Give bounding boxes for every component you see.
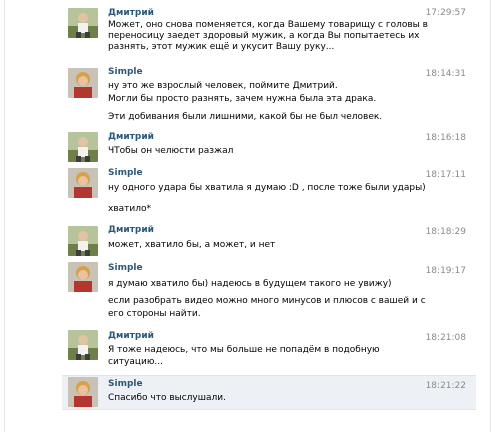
message-text: Я тоже надеюсь, что мы больше не попадём… (108, 345, 380, 355)
message-text: Может, оно снова поменяется, когда Вашем… (108, 20, 428, 30)
message-text: разнять, этот мужик ещё и укусит Вашу ру… (108, 42, 335, 52)
message-time: 18:21:08 (425, 333, 466, 343)
avatar-image (68, 262, 98, 292)
message-text: хватило* (108, 204, 151, 214)
message-text: Могли бы просто разнять, зачем нужна был… (108, 94, 377, 104)
sender-name[interactable]: Simple (108, 67, 143, 77)
sender-name[interactable]: Дмитрий (108, 225, 154, 235)
dmitry-avatar[interactable] (68, 8, 98, 38)
sender-name[interactable]: Дмитрий (108, 331, 154, 341)
sender-name[interactable]: Дмитрий (108, 8, 154, 18)
message-time: 18:16:18 (425, 133, 466, 143)
sender-name[interactable]: Simple (108, 168, 143, 178)
avatar-image (68, 168, 98, 198)
message-text: если разобрать видео можно много минусов… (108, 296, 426, 306)
message-text: я думаю хватило бы) надеюсь в будущем та… (108, 279, 392, 289)
message-text: ЧТобы он челюсти разжал (108, 146, 234, 156)
simple-avatar[interactable] (68, 377, 98, 407)
message-text: переносицу заедет здоровый мужик, а когд… (108, 31, 420, 41)
avatar-image (68, 68, 98, 98)
message-text: Спасибо что выслушали. (108, 393, 226, 403)
message-time: 18:17:11 (425, 170, 466, 180)
dialog-history: Дмитрий 17:29:57 Может, оно снова поменя… (0, 0, 500, 432)
avatar-image (68, 377, 98, 407)
message-text: ситуацию... (108, 357, 164, 367)
avatar-image (68, 330, 98, 360)
message-time: 18:14:31 (425, 69, 466, 79)
message-text: ну это же взрослый человек, поймите Дмит… (108, 81, 338, 91)
dmitry-avatar[interactable] (68, 226, 98, 256)
simple-avatar[interactable] (68, 168, 98, 198)
avatar-image (68, 226, 98, 256)
dmitry-avatar[interactable] (68, 132, 98, 162)
simple-avatar[interactable] (68, 262, 98, 292)
message-text: его стороны найти. (108, 309, 201, 319)
avatar-image (68, 132, 98, 162)
sender-name[interactable]: Simple (108, 263, 143, 273)
left-border (4, 0, 5, 432)
message-time: 18:21:22 (425, 381, 466, 391)
simple-avatar[interactable] (68, 68, 98, 98)
message-text: ну одного удара бы хватила я думаю :D , … (108, 183, 426, 193)
sender-name[interactable]: Дмитрий (108, 132, 154, 142)
avatar-image (68, 8, 98, 38)
message-text: может, хватило бы, а может, и нет (108, 240, 276, 250)
message-time: 18:19:17 (425, 266, 466, 276)
message-time: 18:18:29 (425, 227, 466, 237)
message-time: 17:29:57 (425, 8, 466, 18)
sender-name[interactable]: Simple (108, 379, 143, 389)
dmitry-avatar[interactable] (68, 330, 98, 360)
message-text: Эти добивания были лишними, какой бы не … (108, 112, 383, 122)
right-border (490, 0, 491, 432)
